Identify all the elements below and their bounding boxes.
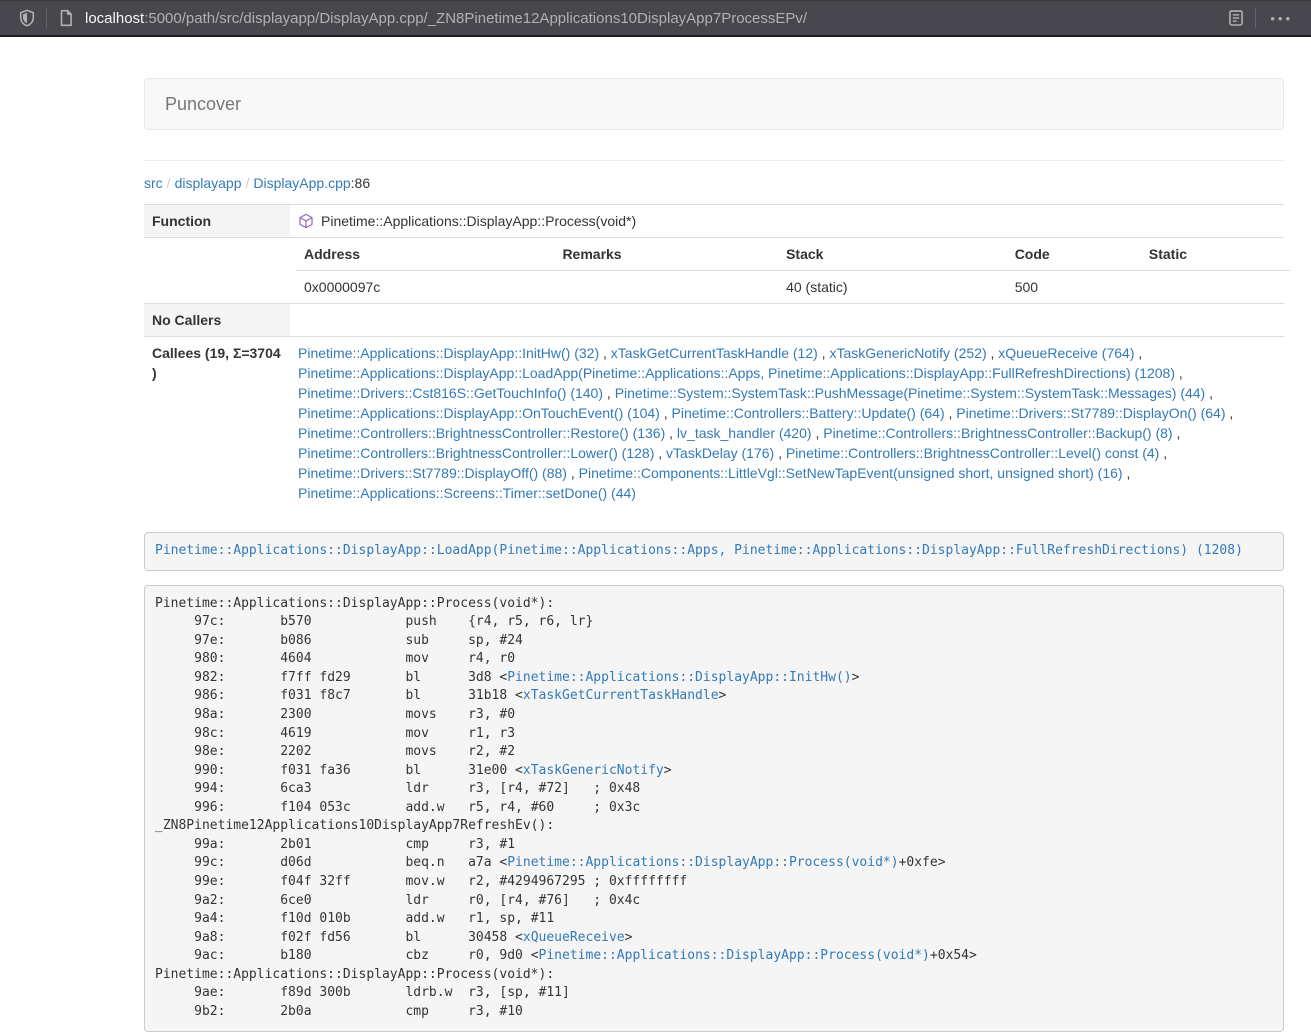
callees-list: Pinetime::Applications::DisplayApp::Init…	[290, 337, 1284, 510]
function-name: Pinetime::Applications::DisplayApp::Proc…	[321, 211, 636, 231]
callee-link[interactable]: Pinetime::Drivers::Cst816S::GetTouchInfo…	[298, 385, 603, 401]
col-remarks: Remarks	[554, 238, 778, 271]
callee-separator: ,	[1123, 465, 1131, 481]
callee-link[interactable]: Pinetime::Controllers::BrightnessControl…	[298, 445, 654, 461]
callee-separator: ,	[945, 405, 957, 421]
function-row: Function Pinetime::Applications::Display…	[144, 205, 1284, 238]
callee-link[interactable]: Pinetime::Controllers::BrightnessControl…	[823, 425, 1172, 441]
callee-link[interactable]: lv_task_handler (420)	[677, 425, 812, 441]
static-value	[1141, 271, 1290, 304]
highlighted-callee-box: Pinetime::Applications::DisplayApp::Load…	[144, 532, 1284, 571]
breadcrumb-link-src[interactable]: src	[144, 175, 163, 191]
callee-separator: ,	[774, 445, 786, 461]
callee-separator: ,	[812, 425, 824, 441]
details-value-row: 0x0000097c 40 (static) 500	[296, 271, 1290, 304]
callee-link[interactable]: Pinetime::Drivers::St7789::DisplayOff() …	[298, 465, 567, 481]
browser-toolbar: localhost:5000/path/src/displayapp/Displ…	[0, 0, 1311, 37]
callee-link[interactable]: Pinetime::Components::LittleVgl::SetNewT…	[579, 465, 1123, 481]
col-static: Static	[1141, 238, 1290, 271]
callee-separator: ,	[567, 465, 579, 481]
disassembly: Pinetime::Applications::DisplayApp::Proc…	[144, 585, 1284, 1032]
callee-link[interactable]: xTaskGenericNotify (252)	[829, 345, 986, 361]
symbol-cube-icon	[298, 213, 314, 229]
callee-separator: ,	[1134, 345, 1142, 361]
navbar: Puncover	[144, 78, 1284, 130]
callee-link[interactable]: Pinetime::Controllers::BrightnessControl…	[298, 425, 665, 441]
col-code: Code	[1007, 238, 1141, 271]
page-container: Puncover src/displayapp/DisplayApp.cpp:8…	[144, 78, 1284, 1032]
col-address: Address	[296, 238, 554, 271]
callee-link[interactable]: xQueueReceive (764)	[998, 345, 1134, 361]
callee-separator: ,	[1226, 405, 1234, 421]
callee-separator: ,	[603, 385, 615, 401]
callees-label: Callees (19, Σ=3704 )	[144, 337, 290, 510]
callee-separator: ,	[1173, 425, 1181, 441]
callee-link[interactable]: Pinetime::Drivers::St7789::DisplayOn() (…	[956, 405, 1225, 421]
callee-link[interactable]: Pinetime::Controllers::BrightnessControl…	[786, 445, 1159, 461]
callee-separator: ,	[665, 425, 677, 441]
callee-link[interactable]: Pinetime::Applications::Screens::Timer::…	[298, 485, 636, 501]
remarks-value	[554, 271, 778, 304]
code-symbol-link[interactable]: Pinetime::Applications::DisplayApp::Init…	[507, 670, 851, 685]
col-stack: Stack	[778, 238, 1007, 271]
page-icon	[57, 9, 75, 27]
toolbar-divider	[1255, 8, 1256, 28]
reader-mode-icon[interactable]	[1227, 9, 1245, 27]
function-label: Function	[144, 205, 290, 238]
callee-separator: ,	[1159, 445, 1167, 461]
code-value: 500	[1007, 271, 1141, 304]
callee-link[interactable]: Pinetime::Applications::DisplayApp::Load…	[298, 365, 1175, 381]
callee-link[interactable]: Pinetime::Applications::DisplayApp::Init…	[298, 345, 599, 361]
breadcrumb-separator: /	[242, 175, 254, 191]
details-row: Address Remarks Stack Code Static 0x0000…	[144, 238, 1284, 304]
details-label-empty	[144, 238, 290, 304]
no-callers-label: No Callers	[144, 304, 290, 337]
shield-icon[interactable]	[18, 9, 36, 27]
url-host: localhost	[85, 10, 144, 27]
url-path: :5000/path/src/displayapp/DisplayApp.cpp…	[144, 10, 807, 27]
stack-value: 40 (static)	[778, 271, 1007, 304]
breadcrumb-link-displayapp[interactable]: displayapp	[175, 175, 242, 191]
code-symbol-link[interactable]: xTaskGenericNotify	[523, 763, 664, 778]
callee-separator: ,	[599, 345, 611, 361]
callee-separator: ,	[660, 405, 672, 421]
callee-link[interactable]: Pinetime::Applications::DisplayApp::OnTo…	[298, 405, 660, 421]
breadcrumb: src/displayapp/DisplayApp.cpp:86	[144, 161, 1284, 204]
code-symbol-link[interactable]: xQueueReceive	[523, 930, 625, 945]
callee-separator: ,	[818, 345, 830, 361]
callee-link[interactable]: xTaskGetCurrentTaskHandle (12)	[611, 345, 818, 361]
breadcrumb-link-file[interactable]: DisplayApp.cpp	[253, 175, 350, 191]
callee-separator: ,	[1175, 365, 1183, 381]
details-header-row: Address Remarks Stack Code Static	[296, 238, 1290, 271]
more-menu-icon[interactable]: •••	[1266, 11, 1297, 26]
code-symbol-link[interactable]: xTaskGetCurrentTaskHandle	[523, 688, 719, 703]
callees-row: Callees (19, Σ=3704 ) Pinetime::Applicat…	[144, 337, 1284, 510]
breadcrumb-line-number: :86	[351, 175, 370, 191]
url-bar[interactable]: localhost:5000/path/src/displayapp/Displ…	[85, 10, 1227, 27]
details-table: Address Remarks Stack Code Static 0x0000…	[296, 238, 1290, 303]
callee-link[interactable]: Pinetime::Controllers::Battery::Update()…	[672, 405, 945, 421]
callee-separator: ,	[654, 445, 666, 461]
app-brand[interactable]: Puncover	[165, 94, 241, 115]
callee-separator: ,	[1205, 385, 1213, 401]
code-symbol-link[interactable]: Pinetime::Applications::DisplayApp::Proc…	[539, 948, 930, 963]
no-callers-empty	[290, 304, 1284, 337]
no-callers-row: No Callers	[144, 304, 1284, 337]
toolbar-divider	[46, 8, 47, 28]
symbol-table: Function Pinetime::Applications::Display…	[144, 204, 1284, 509]
address-value: 0x0000097c	[296, 271, 554, 304]
callee-separator: ,	[987, 345, 999, 361]
callee-link[interactable]: vTaskDelay (176)	[666, 445, 774, 461]
breadcrumb-separator: /	[163, 175, 175, 191]
highlighted-callee-link[interactable]: Pinetime::Applications::DisplayApp::Load…	[155, 543, 1243, 558]
callee-link[interactable]: Pinetime::System::SystemTask::PushMessag…	[615, 385, 1206, 401]
code-symbol-link[interactable]: Pinetime::Applications::DisplayApp::Proc…	[507, 855, 898, 870]
